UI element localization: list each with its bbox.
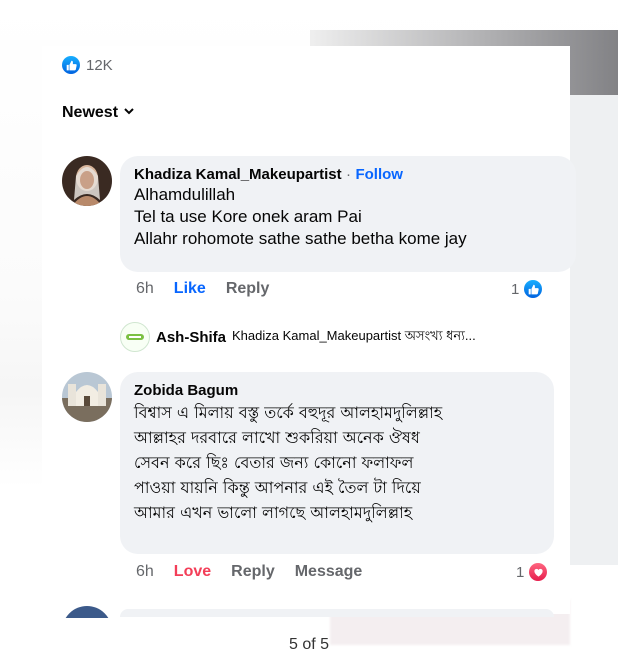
avatar[interactable]: [62, 606, 112, 618]
page-logo-icon: [120, 322, 150, 352]
comment-text-line: সেবন করে ছিঃ বেতার জন্য কোনো ফলাফল: [134, 453, 414, 472]
comment-actions: 6h Love Reply Message: [136, 563, 362, 581]
sort-dropdown[interactable]: Newest: [62, 104, 135, 122]
comment-text-line: পাওয়া যায়নি কিন্তু আপনার এই তৈল টা দিয…: [134, 478, 421, 497]
like-button[interactable]: Like: [174, 280, 206, 298]
comment-text-line: Tel ta use Kore onek aram Pai: [134, 207, 362, 226]
comment-text-line: Alhamdulillah: [134, 185, 236, 204]
love-button[interactable]: Love: [174, 563, 211, 581]
follow-button[interactable]: Follow: [355, 166, 403, 183]
comment-time[interactable]: 6h: [136, 563, 154, 581]
reply-button[interactable]: Reply: [231, 563, 275, 581]
reply-preview[interactable]: Ash-Shifa Khadiza Kamal_Makeupartist অসং…: [120, 322, 476, 352]
reaction-summary[interactable]: 12K: [62, 56, 113, 74]
reaction-count: 12K: [86, 56, 113, 74]
comment-text-line: বিশ্বাস এ মিলায় বস্তু তর্কে বহুদূর আলহা…: [134, 403, 443, 422]
reply-button[interactable]: Reply: [226, 280, 270, 298]
sort-label: Newest: [62, 104, 119, 121]
comment-author[interactable]: Zobida Bagum: [134, 381, 540, 400]
comment-text-line: আল্লাহর দরবারে লাখো শুকরিয়া অনেক ঔষধ: [134, 428, 420, 447]
chevron-down-icon: [123, 104, 135, 122]
reaction-count: 1: [516, 563, 525, 581]
avatar[interactable]: [62, 372, 112, 422]
background-blur-strip: [568, 95, 618, 565]
comment-bubble: Zobida Bagum বিশ্বাস এ মিলায় বস্তু তর্ক…: [120, 372, 554, 554]
reply-author[interactable]: Ash-Shifa: [156, 329, 226, 346]
comment-bubble: [120, 609, 554, 617]
avatar[interactable]: [62, 156, 112, 206]
like-icon: [524, 280, 543, 298]
message-button[interactable]: Message: [295, 563, 363, 581]
reply-text: Khadiza Kamal_Makeupartist অসংখ্য ধন্য..…: [232, 327, 476, 343]
comment-actions: 6h Like Reply: [136, 280, 269, 298]
separator-dot: ·: [346, 166, 352, 183]
comment-bubble: Khadiza Kamal_Makeupartist · Follow Alha…: [120, 156, 576, 272]
comments-panel: 12K Newest Khadiza Kamal_Makeupartist · …: [42, 46, 576, 618]
comment-reaction-count[interactable]: 1: [511, 280, 543, 298]
heart-icon: [529, 563, 548, 581]
comment-author[interactable]: Khadiza Kamal_Makeupartist: [134, 166, 342, 183]
page-indicator: 5 of 5: [288, 636, 330, 653]
reaction-count: 1: [511, 280, 520, 298]
comment-time[interactable]: 6h: [136, 280, 154, 298]
comment-text-line: Allahr rohomote sathe sathe betha kome j…: [134, 229, 467, 248]
like-icon: [62, 56, 80, 74]
comment-reaction-count[interactable]: 1: [516, 563, 548, 581]
comment-text-line: আমার এখন ভালো লাগছে আলহামদুলিল্লাহ: [134, 503, 413, 522]
